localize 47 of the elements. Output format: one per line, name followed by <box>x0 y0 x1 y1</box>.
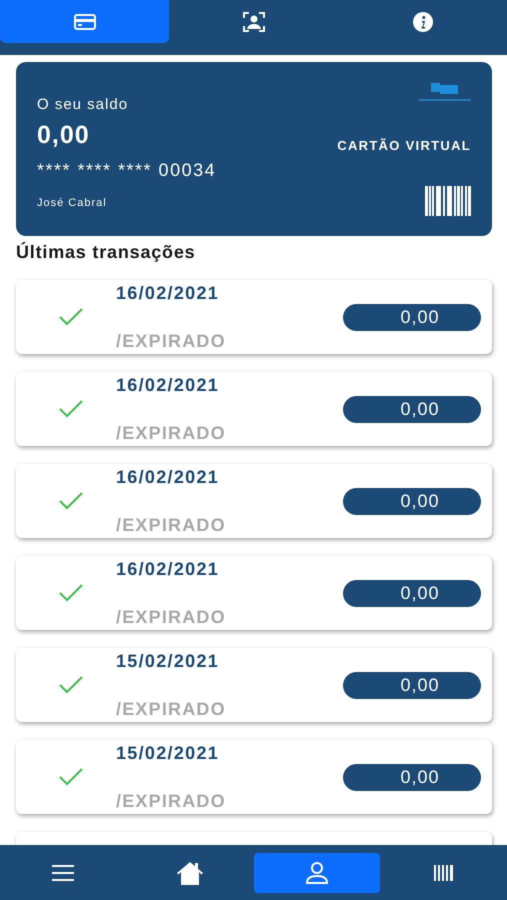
card-type: CARTÃO VIRTUAL <box>337 138 471 152</box>
credit-card-icon <box>74 14 96 30</box>
amount-pill: 0,00 <box>343 764 481 790</box>
nav-button[interactable] <box>254 852 380 892</box>
transaction-status: /EXPIRADO <box>116 423 227 444</box>
transaction-card[interactable]: 16/02/2021 /EXPIRADO 0,00 <box>16 464 492 538</box>
barcode-icon <box>425 186 471 216</box>
amount-pill: 0,00 <box>343 488 481 514</box>
transaction-status: /EXPIRADO <box>116 699 227 720</box>
check-icon <box>59 308 83 326</box>
transaction-card[interactable]: 15/02/2021 /EXPIRADO 0,00 <box>16 740 492 814</box>
balance-value: 0,00 <box>37 121 91 150</box>
transaction-status: /EXPIRADO <box>116 607 227 628</box>
transaction-date: 16/02/2021 <box>116 375 220 396</box>
menu-icon <box>52 864 74 882</box>
check-icon <box>59 492 83 510</box>
check-icon <box>59 400 83 418</box>
transaction-status: /EXPIRADO <box>116 331 227 352</box>
logo-icon <box>419 82 471 104</box>
transaction-status: /EXPIRADO <box>116 515 227 536</box>
amount-pill: 0,00 <box>343 304 481 330</box>
card-holder: José Cabral <box>37 197 108 209</box>
info-icon <box>412 12 432 32</box>
amount-pill: 0,00 <box>343 396 481 422</box>
check-icon <box>59 768 83 786</box>
transaction-card[interactable]: 15/02/2021 /EXPIRADO 0,00 <box>16 648 492 722</box>
transaction-date: 16/02/2021 <box>116 559 220 580</box>
transaction-card[interactable]: 16/02/2021 /EXPIRADO 0,00 <box>16 556 492 630</box>
transaction-date: 16/02/2021 <box>116 467 220 488</box>
transaction-card[interactable]: 16/02/2021 /EXPIRADO 0,00 <box>16 280 492 354</box>
face-scan-icon <box>242 12 264 32</box>
check-icon <box>59 676 83 694</box>
user-icon <box>304 860 329 884</box>
home-icon <box>175 860 206 886</box>
barcode-icon <box>434 864 454 880</box>
transaction-date: 15/02/2021 <box>116 743 220 764</box>
section-title: Últimas transações <box>16 242 196 263</box>
balance-label: O seu saldo <box>37 96 130 113</box>
amount-pill: 0,00 <box>343 672 481 698</box>
amount-pill: 0,00 <box>343 580 481 606</box>
transaction-status: /EXPIRADO <box>116 791 227 812</box>
transaction-card[interactable]: 16/02/2021 /EXPIRADO 0,00 <box>16 372 492 446</box>
transaction-date: 15/02/2021 <box>116 651 220 672</box>
transaction-date: 16/02/2021 <box>116 283 220 304</box>
check-icon <box>59 584 83 602</box>
card-number: **** **** **** 00034 <box>37 160 216 181</box>
tab[interactable] <box>0 0 169 43</box>
